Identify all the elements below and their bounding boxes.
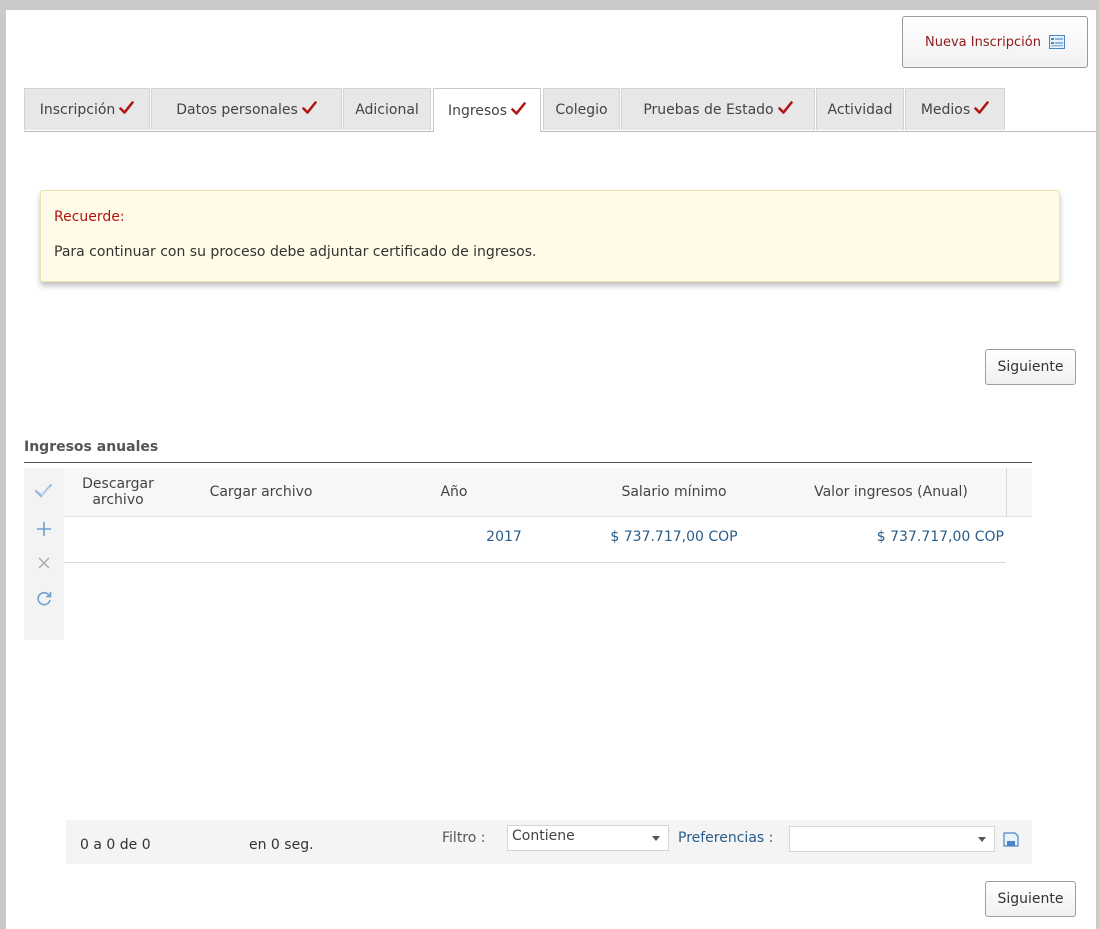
tab-label: Actividad <box>827 101 893 118</box>
tab-colegio[interactable]: Colegio <box>543 88 620 130</box>
filter-value: Contiene <box>512 828 575 844</box>
filter-label: Filtro : <box>442 830 486 846</box>
grid-header-separator <box>1006 468 1007 516</box>
tab-label: Ingresos <box>447 102 508 119</box>
check-icon <box>301 100 317 114</box>
next-button-bottom[interactable]: Siguiente <box>985 881 1076 917</box>
cell-descargar[interactable] <box>64 517 172 557</box>
filter-select[interactable]: Contiene <box>507 825 669 851</box>
tab-inscripcion[interactable]: Inscripción <box>24 88 150 130</box>
reminder-alert: Recuerde: Para continuar con su proceso … <box>40 190 1060 282</box>
cell-cargar[interactable] <box>176 517 346 557</box>
tab-divider <box>24 131 1096 132</box>
tab-label: Medios <box>920 101 971 118</box>
alert-message: Para continuar con su proceso debe adjun… <box>54 244 537 260</box>
check-icon <box>974 100 989 114</box>
alert-title: Recuerde: <box>54 209 125 225</box>
page: Nueva Inscripción Inscripción Datos pers… <box>6 10 1096 929</box>
tab-label: Inscripción <box>39 101 116 118</box>
add-icon[interactable] <box>33 518 55 540</box>
form-icon <box>1048 35 1065 49</box>
tab-label: Colegio <box>555 101 608 118</box>
column-header-salario[interactable]: Salario mínimo <box>584 468 764 516</box>
grid-header: Descargar archivo Cargar archivo Año Sal… <box>64 468 1032 517</box>
cell-valor: $ 737.717,00 COP <box>876 529 1004 545</box>
cell-salario: $ 737.717,00 COP <box>610 529 738 545</box>
tab-datos-personales[interactable]: Datos personales <box>151 88 342 130</box>
cell-anio: 2017 <box>486 529 522 545</box>
validate-icon[interactable] <box>33 480 55 502</box>
check-icon <box>777 100 793 114</box>
tab-bar: Inscripción Datos personales Adicional I… <box>24 88 1096 132</box>
preferences-label: Preferencias : <box>678 830 774 846</box>
check-icon <box>511 101 526 115</box>
tab-medios[interactable]: Medios <box>905 88 1005 130</box>
chevron-down-icon <box>652 836 660 841</box>
tab-label: Datos personales <box>176 101 298 118</box>
grid-toolbar <box>24 468 64 640</box>
record-count: 0 a 0 de 0 <box>80 837 151 853</box>
preferences-select[interactable] <box>789 826 995 852</box>
table-row[interactable]: 2017 $ 737.717,00 COP $ 737.717,00 COP <box>64 517 1006 563</box>
new-inscription-button[interactable]: Nueva Inscripción <box>902 16 1088 68</box>
column-header-descargar[interactable]: Descargar archivo <box>64 468 172 516</box>
chevron-down-icon <box>978 837 986 842</box>
tab-pruebas-de-estado[interactable]: Pruebas de Estado <box>621 88 815 130</box>
tab-label: Pruebas de Estado <box>643 101 774 118</box>
tab-ingresos[interactable]: Ingresos <box>433 88 541 132</box>
tab-adicional[interactable]: Adicional <box>343 88 431 130</box>
column-header-cargar[interactable]: Cargar archivo <box>176 468 346 516</box>
column-header-valor[interactable]: Valor ingresos (Anual) <box>786 468 996 516</box>
elapsed-time: en 0 seg. <box>249 837 314 853</box>
new-inscription-label: Nueva Inscripción <box>925 34 1041 50</box>
column-header-anio[interactable]: Año <box>404 468 504 516</box>
save-preferences-icon[interactable] <box>1002 830 1020 848</box>
grid-footer: 0 a 0 de 0 en 0 seg. Filtro : Contiene P… <box>66 820 1032 864</box>
delete-icon[interactable] <box>33 552 55 574</box>
section-title: Ingresos anuales <box>24 439 159 455</box>
tab-actividad[interactable]: Actividad <box>816 88 904 130</box>
tab-label: Adicional <box>355 101 419 118</box>
check-icon <box>119 100 135 114</box>
section-divider <box>24 462 1032 463</box>
refresh-icon[interactable] <box>33 588 55 610</box>
next-button-top[interactable]: Siguiente <box>985 349 1076 385</box>
